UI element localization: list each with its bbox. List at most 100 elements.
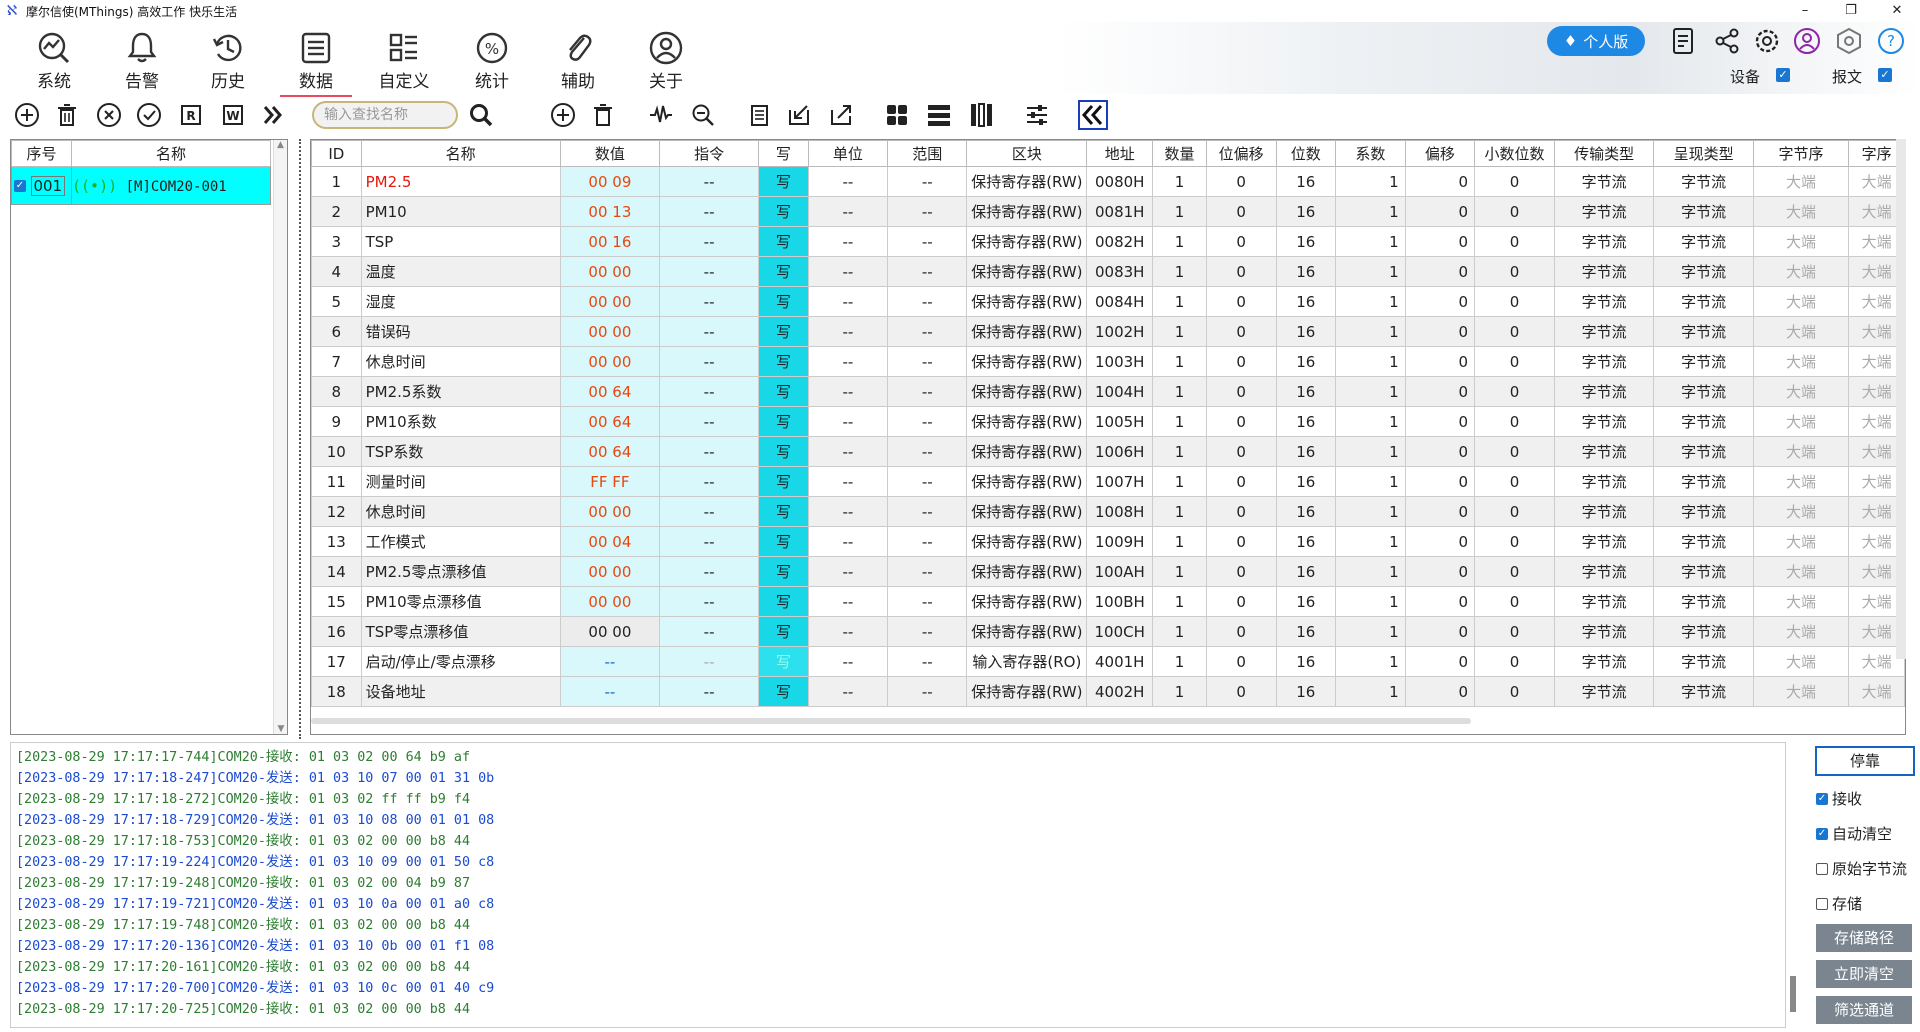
grid-cell-写[interactable]: 写: [758, 436, 809, 467]
grid-cell-数值[interactable]: --: [559, 646, 661, 677]
grid-row[interactable]: 5 湿度 00 00 -- 写 -- -- 保持寄存器(RW) 0084H 1 0 16 1 0 0 字节流字…: [311, 286, 1905, 317]
grid-cell-数值[interactable]: 00 00: [559, 556, 661, 587]
grid-cell-写[interactable]: 写: [758, 646, 809, 677]
grid-header-17[interactable]: 字节序: [1752, 140, 1850, 167]
grid-header-4[interactable]: 写: [758, 140, 809, 167]
device-row[interactable]: ✓ 001 ((•)) [M]COM20-001: [11, 166, 271, 205]
grid-row[interactable]: 17 启动/停止/零点漂移 -- -- 写 -- -- 输入寄存器(RO) 4001H 1 0 16 1…: [311, 646, 1905, 677]
grid-cell-数值[interactable]: 00 64: [559, 376, 661, 407]
grid-cell-写[interactable]: 写: [758, 226, 809, 257]
device-toggle-checkbox[interactable]: ✓: [1776, 68, 1790, 82]
raw-bytes-option[interactable]: 原始字节流: [1816, 858, 1907, 879]
grid-header-16[interactable]: 呈现类型: [1653, 140, 1754, 167]
grid-row[interactable]: 3 TSP 00 16 -- 写 -- -- 保持寄存器(RW) 0082H 1 0 16 1 0 0 字节流…: [311, 226, 1905, 257]
grid-cell-写[interactable]: 写: [758, 496, 809, 527]
grid-cell-数值[interactable]: 00 64: [559, 436, 661, 467]
grid-row[interactable]: 11 测量时间 FF FF -- 写 -- -- 保持寄存器(RW) 1007H 1 0 16 1 0 0 字…: [311, 466, 1905, 497]
maximize-button[interactable]: ❐: [1828, 0, 1874, 22]
grid-cell-写[interactable]: 写: [758, 376, 809, 407]
nav-statistics[interactable]: % 统计: [456, 30, 528, 94]
col-header-name[interactable]: 名称: [71, 140, 271, 167]
grid-view-button[interactable]: [882, 100, 912, 130]
grid-cell-数值[interactable]: 00 09: [559, 166, 661, 197]
grid-cell-数值[interactable]: 00 00: [559, 316, 661, 347]
grid-row[interactable]: 16 TSP零点漂移值 00 00 -- 写 -- -- 保持寄存器(RW) 100CH 1 0 16…: [311, 616, 1905, 647]
grid-cell-数值[interactable]: 00 00: [559, 256, 661, 287]
log-scrollbar-thumb[interactable]: [1790, 976, 1796, 1012]
grid-cell-写[interactable]: 写: [758, 676, 809, 707]
filter-channel-button[interactable]: 筛选通道: [1816, 996, 1912, 1024]
grid-row[interactable]: 12 休息时间 00 00 -- 写 -- -- 保持寄存器(RW) 1008H 1 0 16 1 0 0 字…: [311, 496, 1905, 527]
grid-header-5[interactable]: 单位: [807, 140, 889, 167]
col-header-index[interactable]: 序号: [11, 140, 72, 167]
grid-cell-写[interactable]: 写: [758, 286, 809, 317]
grid-cell-写[interactable]: 写: [758, 166, 809, 197]
grid-cell-数值[interactable]: 00 13: [559, 196, 661, 227]
grid-cell-数值[interactable]: 00 16: [559, 226, 661, 257]
share-icon[interactable]: [1712, 26, 1744, 58]
grid-header-9[interactable]: 数量: [1152, 140, 1207, 167]
grid-row[interactable]: 10 TSP系数 00 64 -- 写 -- -- 保持寄存器(RW) 1006H 1 0 16 1 0 0…: [311, 436, 1905, 467]
document-icon[interactable]: [1668, 26, 1700, 58]
grid-cell-数值[interactable]: 00 00: [559, 286, 661, 317]
grid-row[interactable]: 4 温度 00 00 -- 写 -- -- 保持寄存器(RW) 0083H 1 0 16 1 0 0 字节流字…: [311, 256, 1905, 287]
import-button[interactable]: [784, 100, 814, 130]
personal-edition-badge[interactable]: ♦ 个人版: [1547, 26, 1645, 56]
grid-cell-数值[interactable]: 00 64: [559, 406, 661, 437]
grid-cell-写[interactable]: 写: [758, 196, 809, 227]
column-view-button[interactable]: [966, 100, 996, 130]
collapse-panel-button[interactable]: [1078, 100, 1108, 130]
grid-cell-数值[interactable]: 00 00: [559, 586, 661, 617]
grid-cell-写[interactable]: 写: [758, 616, 809, 647]
nav-data[interactable]: 数据: [280, 30, 352, 97]
dock-button[interactable]: 停靠: [1815, 746, 1915, 776]
scroll-down-icon[interactable]: ▼: [274, 724, 288, 734]
grid-header-10[interactable]: 位偏移: [1205, 140, 1277, 167]
grid-cell-数值[interactable]: 00 04: [559, 526, 661, 557]
grid-row[interactable]: 15 PM10零点漂移值 00 00 -- 写 -- -- 保持寄存器(RW) 100BH 1 0 1…: [311, 586, 1905, 617]
zoom-button[interactable]: [688, 100, 718, 130]
grid-header-15[interactable]: 传输类型: [1553, 140, 1655, 167]
grid-cell-写[interactable]: 写: [758, 466, 809, 497]
grid-row[interactable]: 9 PM10系数 00 64 -- 写 -- -- 保持寄存器(RW) 1005H 1 0 16 1 0 0…: [311, 406, 1905, 437]
packet-toggle-checkbox[interactable]: ✓: [1878, 68, 1892, 82]
nav-alarm[interactable]: 告警: [106, 30, 178, 94]
nav-about[interactable]: 关于: [630, 30, 702, 94]
grid-row[interactable]: 7 休息时间 00 00 -- 写 -- -- 保持寄存器(RW) 1003H 1 0 16 1 0 0 字节…: [311, 346, 1905, 377]
grid-header-6[interactable]: 范围: [887, 140, 968, 167]
enable-device-button[interactable]: [134, 100, 164, 130]
grid-row[interactable]: 1 PM2.5 00 09 -- 写 -- -- 保持寄存器(RW) 0080H 1 0 16 1 0 0 字…: [311, 166, 1905, 197]
grid-row[interactable]: 2 PM10 00 13 -- 写 -- -- 保持寄存器(RW) 0081H 1 0 16 1 0 0 字节…: [311, 196, 1905, 227]
close-button[interactable]: ✕: [1874, 0, 1920, 22]
grid-cell-写[interactable]: 写: [758, 256, 809, 287]
grid-cell-写[interactable]: 写: [758, 556, 809, 587]
auto-clear-option[interactable]: ✓ 自动清空: [1816, 823, 1892, 844]
clear-now-button[interactable]: 立即清空: [1816, 960, 1912, 988]
write-button[interactable]: W: [218, 100, 248, 130]
read-button[interactable]: R: [176, 100, 206, 130]
delete-point-button[interactable]: [588, 100, 618, 130]
list-view-button[interactable]: [924, 100, 954, 130]
nav-assist[interactable]: 辅助: [542, 30, 614, 94]
grid-header-11[interactable]: 位数: [1275, 140, 1337, 167]
grid-header-1[interactable]: 名称: [360, 140, 561, 167]
gear-icon[interactable]: [1752, 26, 1784, 58]
search-button[interactable]: [466, 100, 496, 130]
nav-custom[interactable]: 自定义: [368, 30, 440, 94]
delete-device-button[interactable]: [52, 100, 82, 130]
grid-cell-写[interactable]: 写: [758, 406, 809, 437]
device-list-scrollbar[interactable]: ▲ ▼: [273, 140, 287, 734]
grid-cell-数值[interactable]: 00 00: [559, 346, 661, 377]
add-point-button[interactable]: [548, 100, 578, 130]
grid-cell-数值[interactable]: 00 00: [559, 496, 661, 527]
nav-history[interactable]: 历史: [192, 30, 264, 94]
help-icon[interactable]: ?: [1876, 26, 1908, 58]
disable-device-button[interactable]: [94, 100, 124, 130]
grid-cell-数值[interactable]: --: [559, 676, 661, 707]
grid-row[interactable]: 8 PM2.5系数 00 64 -- 写 -- -- 保持寄存器(RW) 1004H 1 0 16 1 0…: [311, 376, 1905, 407]
save-option[interactable]: 存储: [1816, 893, 1862, 914]
panel-splitter[interactable]: [299, 139, 301, 739]
copy-button[interactable]: [744, 100, 774, 130]
waveform-button[interactable]: [646, 100, 676, 130]
device-row-checkbox[interactable]: ✓: [14, 180, 26, 192]
